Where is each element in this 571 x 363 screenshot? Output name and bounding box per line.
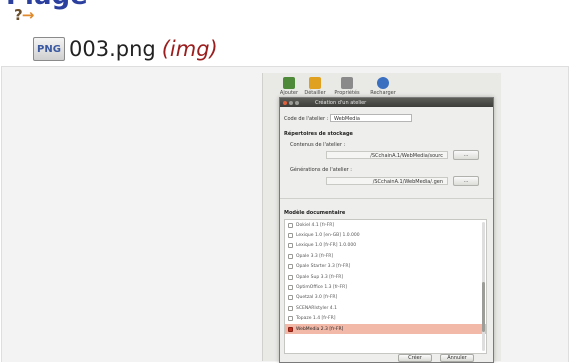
detail-icon — [309, 77, 321, 89]
model-item-selected[interactable]: WebMedia 2.3 [fr-FR] — [285, 323, 486, 335]
close-icon[interactable] — [283, 100, 287, 105]
code-input[interactable]: WebMedia — [330, 114, 412, 122]
toolbar-reload[interactable]: Recharger — [363, 77, 403, 96]
checkbox[interactable] — [288, 295, 293, 301]
png-file-icon: PNG — [33, 37, 65, 61]
model-item[interactable]: Opale Starter 3.3 [fr-FR] — [285, 262, 486, 272]
create-workshop-dialog: Création d'un atelier Code de l'atelier … — [279, 97, 494, 363]
model-item[interactable]: SCENARIstyler 4.1 — [285, 303, 486, 313]
content-path-field[interactable]: /SCchainA.1/WebMedia/sourc — [326, 151, 448, 159]
toolbar-properties-label: Propriétés — [334, 90, 360, 96]
model-item[interactable]: Opale Sup 3.3 [fr-FR] — [285, 272, 486, 282]
model-label: Opale Sup 3.3 [fr-FR] — [296, 274, 344, 280]
list-scrollbar[interactable] — [482, 222, 485, 351]
file-link[interactable]: PNG 003.png (img) — [33, 35, 218, 63]
checkbox[interactable] — [288, 305, 293, 311]
content-label: Contenus de l'atelier : — [290, 142, 346, 148]
model-label: WebMedia 2.3 [fr-FR] — [296, 326, 344, 332]
code-label: Code de l'atelier : — [284, 116, 329, 122]
checkbox[interactable] — [288, 222, 293, 228]
model-label: Lexique 1.0 [en-GB] 1.0.000 — [296, 233, 360, 239]
checkbox[interactable] — [288, 253, 293, 259]
maximize-icon[interactable] — [295, 100, 299, 105]
generation-path-field[interactable]: /SCchainA.1/WebMedia/.gen — [326, 177, 448, 185]
add-icon — [283, 77, 295, 89]
checkbox[interactable] — [288, 264, 293, 270]
file-type: (img) — [161, 37, 218, 61]
generation-browse-button[interactable]: ... — [453, 176, 479, 186]
checkbox[interactable] — [288, 243, 293, 249]
model-list[interactable]: Dokiel 4.1 [fr-FR] Lexique 1.0 [en-GB] 1… — [284, 219, 487, 354]
model-label: SCENARIstyler 4.1 — [296, 305, 337, 311]
model-item[interactable]: Dokiel 4.1 [fr-FR] — [285, 220, 486, 230]
model-item[interactable]: Lexique 1.0 [en-GB] 1.0.000 — [285, 230, 486, 240]
model-label: Topaze 1.4 [fr-FR] — [296, 316, 336, 322]
model-label: Opale Starter 3.3 [fr-FR] — [296, 264, 351, 270]
checkbox[interactable] — [288, 233, 293, 239]
model-item[interactable]: OptimOffice 1.3 [fr-FR] — [285, 282, 486, 292]
model-label: Lexique 1.0 [fr-FR] 1.0.000 — [296, 243, 357, 249]
file-name[interactable]: 003.png — [69, 37, 156, 61]
toolbar-properties[interactable]: Propriétés — [327, 77, 367, 96]
checkbox[interactable] — [288, 316, 293, 322]
checkbox[interactable] — [288, 274, 293, 280]
generation-label: Générations de l'atelier : — [290, 167, 352, 173]
model-label: Dokiel 4.1 [fr-FR] — [296, 222, 335, 228]
reload-icon — [377, 77, 389, 89]
model-item[interactable]: Topaze 1.4 [fr-FR] — [285, 314, 486, 324]
checkbox[interactable] — [288, 326, 293, 332]
model-item[interactable]: Opale 3.3 [fr-FR] — [285, 251, 486, 261]
model-label: Opale 3.3 [fr-FR] — [296, 253, 334, 259]
toolbar-reload-label: Recharger — [370, 90, 396, 96]
model-heading: Modèle documentaire — [284, 210, 346, 216]
storage-heading: Répertoires de stockage — [284, 131, 353, 137]
dialog-title: Création d'un atelier — [315, 99, 367, 106]
checkbox[interactable] — [288, 285, 293, 291]
redirect-indicator: ?→ — [14, 7, 34, 23]
model-label: OptimOffice 1.3 [fr-FR] — [296, 285, 347, 291]
minimize-icon[interactable] — [289, 100, 293, 105]
dialog-titlebar: Création d'un atelier — [280, 98, 493, 107]
properties-icon — [341, 77, 353, 89]
scroll-thumb[interactable] — [482, 282, 485, 332]
arrow-icon: → — [21, 6, 35, 24]
divider — [280, 198, 493, 199]
model-label: Quetzal 3.0 [fr-FR] — [296, 295, 338, 301]
content-browse-button[interactable]: ... — [453, 150, 479, 160]
model-item[interactable]: Quetzal 3.0 [fr-FR] — [285, 293, 486, 303]
model-item[interactable]: Lexique 1.0 [fr-FR] 1.0.000 — [285, 241, 486, 251]
